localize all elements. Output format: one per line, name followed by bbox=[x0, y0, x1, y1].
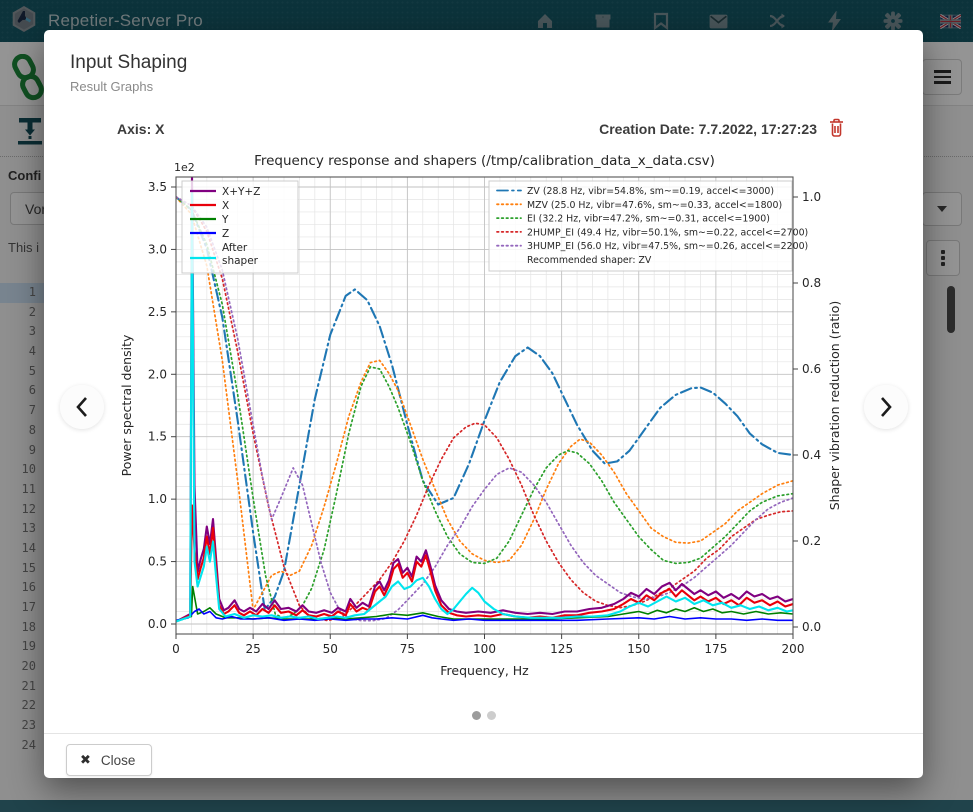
svg-text:0.8: 0.8 bbox=[802, 276, 821, 290]
page-dot[interactable] bbox=[472, 711, 481, 720]
svg-text:Frequency response and shapers: Frequency response and shapers (/tmp/cal… bbox=[254, 153, 715, 169]
svg-text:1.0: 1.0 bbox=[147, 492, 166, 506]
dialog-subtitle: Result Graphs bbox=[70, 79, 897, 94]
svg-text:50: 50 bbox=[322, 642, 337, 656]
svg-text:200: 200 bbox=[781, 642, 804, 656]
svg-text:175: 175 bbox=[704, 642, 727, 656]
delete-graph-button[interactable] bbox=[827, 117, 846, 141]
svg-text:X+Y+Z: X+Y+Z bbox=[222, 186, 260, 198]
graph-meta-row: Axis: X Creation Date: 7.7.2022, 17:27:2… bbox=[44, 120, 923, 138]
axis-label: Axis: X bbox=[117, 121, 164, 137]
dialog-footer: ✖ Close bbox=[44, 734, 923, 776]
svg-text:Frequency, Hz: Frequency, Hz bbox=[440, 663, 529, 678]
svg-text:125: 125 bbox=[550, 642, 573, 656]
svg-text:0.0: 0.0 bbox=[147, 617, 166, 631]
carousel-page-dots bbox=[44, 711, 923, 720]
dialog-header: Input Shaping Result Graphs bbox=[44, 30, 923, 104]
svg-text:1.5: 1.5 bbox=[147, 430, 166, 444]
svg-text:MZV (25.0 Hz, vibr=47.6%, sm~=: MZV (25.0 Hz, vibr=47.6%, sm~=0.33, acce… bbox=[527, 200, 782, 211]
svg-text:1e2: 1e2 bbox=[174, 161, 195, 174]
result-graph-figure: 0 25 50 75 100 125 150 175 200 0.0 0.5 1.0 1.5 2.0 2.5… bbox=[115, 145, 853, 697]
svg-text:0.0: 0.0 bbox=[802, 620, 821, 634]
svg-text:X: X bbox=[222, 200, 229, 212]
result-graph-chart: 0 25 50 75 100 125 150 175 200 0.0 0.5 1.0 1.5 2.0 2.5… bbox=[115, 145, 853, 697]
svg-text:3HUMP_EI (56.0 Hz, vibr=47.5%,: 3HUMP_EI (56.0 Hz, vibr=47.5%, sm~=0.26,… bbox=[527, 241, 808, 252]
close-button-label: Close bbox=[101, 753, 136, 768]
svg-text:EI (32.2 Hz, vibr=47.2%, sm~=0: EI (32.2 Hz, vibr=47.2%, sm~=0.31, accel… bbox=[527, 214, 770, 225]
svg-text:25: 25 bbox=[245, 642, 260, 656]
svg-text:150: 150 bbox=[627, 642, 650, 656]
svg-text:2HUMP_EI (49.4 Hz, vibr=50.1%,: 2HUMP_EI (49.4 Hz, vibr=50.1%, sm~=0.22,… bbox=[527, 227, 808, 238]
svg-text:2.5: 2.5 bbox=[147, 305, 166, 319]
svg-text:ZV (28.8 Hz, vibr=54.8%, sm~=0: ZV (28.8 Hz, vibr=54.8%, sm~=0.19, accel… bbox=[527, 186, 774, 197]
svg-text:0.4: 0.4 bbox=[802, 448, 821, 462]
svg-text:shaper: shaper bbox=[222, 255, 259, 267]
svg-text:Recommended shaper: ZV: Recommended shaper: ZV bbox=[527, 255, 652, 266]
svg-text:3.5: 3.5 bbox=[147, 180, 166, 194]
creation-date: Creation Date: 7.7.2022, 17:27:23 bbox=[599, 121, 817, 137]
svg-text:0.5: 0.5 bbox=[147, 555, 166, 569]
svg-text:0: 0 bbox=[172, 642, 180, 656]
page-dot[interactable] bbox=[487, 711, 496, 720]
trash-icon bbox=[827, 117, 846, 141]
close-icon: ✖ bbox=[80, 752, 91, 768]
chevron-left-icon bbox=[75, 396, 89, 418]
svg-text:Power spectral density: Power spectral density bbox=[119, 334, 134, 476]
svg-text:After: After bbox=[222, 242, 248, 254]
svg-text:0.2: 0.2 bbox=[802, 534, 821, 548]
svg-text:3.0: 3.0 bbox=[147, 242, 166, 256]
previous-graph-button[interactable] bbox=[60, 385, 104, 429]
close-button[interactable]: ✖ Close bbox=[66, 744, 152, 776]
svg-text:2.0: 2.0 bbox=[147, 367, 166, 381]
svg-text:Y: Y bbox=[221, 214, 229, 226]
svg-text:1.0: 1.0 bbox=[802, 190, 821, 204]
svg-text:100: 100 bbox=[473, 642, 496, 656]
chevron-right-icon bbox=[879, 396, 893, 418]
input-shaping-dialog: Input Shaping Result Graphs Axis: X Crea… bbox=[44, 30, 923, 778]
svg-text:Shaper vibration reduction (ra: Shaper vibration reduction (ratio) bbox=[827, 301, 842, 511]
dialog-title: Input Shaping bbox=[70, 52, 897, 74]
svg-text:0.6: 0.6 bbox=[802, 362, 821, 376]
next-graph-button[interactable] bbox=[864, 385, 908, 429]
svg-text:75: 75 bbox=[399, 642, 414, 656]
svg-text:Z: Z bbox=[222, 228, 229, 240]
